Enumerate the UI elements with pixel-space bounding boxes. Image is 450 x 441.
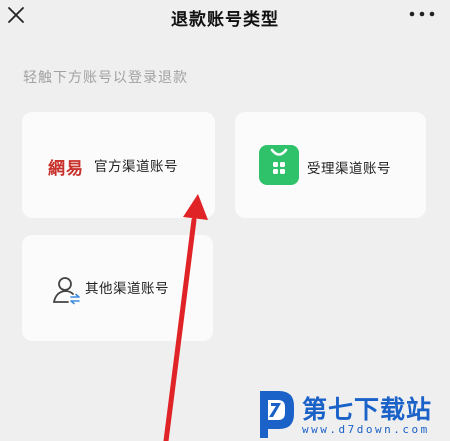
page-title: 退款账号类型 bbox=[171, 10, 279, 30]
d7down-logo bbox=[260, 391, 294, 438]
green-app-icon bbox=[259, 145, 299, 185]
accepting-channel-account-card[interactable]: 受理渠道账号 bbox=[235, 112, 426, 218]
instruction-text: 轻触下方账号以登录退款 bbox=[23, 70, 188, 86]
top-bar: 退款账号类型 bbox=[0, 0, 450, 38]
more-icon[interactable] bbox=[408, 7, 436, 21]
watermark-url: www.d7down.com bbox=[302, 423, 430, 436]
red-arrow-annotation bbox=[163, 194, 208, 441]
person-switch-icon bbox=[53, 277, 80, 305]
card-label: 受理渠道账号 bbox=[307, 161, 391, 177]
watermark: 第七下载站 www.d7down.com bbox=[256, 388, 450, 441]
watermark-title: 第七下载站 bbox=[302, 395, 433, 424]
card-label: 官方渠道账号 bbox=[94, 159, 178, 175]
netease-logo: 網易 bbox=[48, 159, 84, 179]
